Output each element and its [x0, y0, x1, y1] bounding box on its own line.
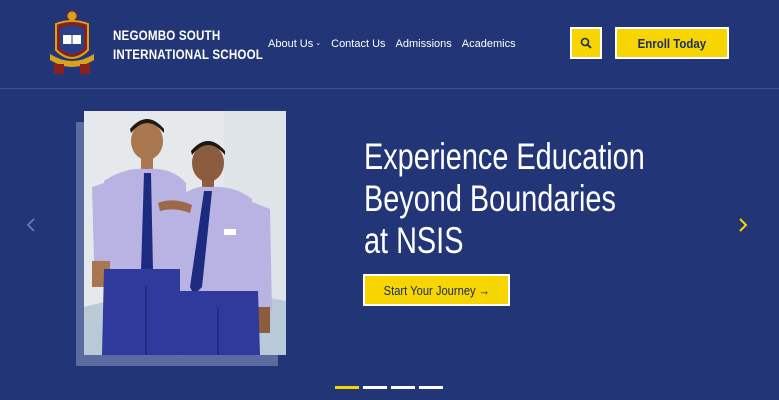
nav-contact-us[interactable]: Contact Us: [331, 38, 385, 50]
enroll-today-button[interactable]: Enroll Today: [615, 27, 729, 59]
hero-title: Experience Education Beyond Boundaries a…: [364, 136, 645, 262]
school-name-line2: INTERNATIONAL SCHOOL: [113, 47, 264, 62]
search-button[interactable]: [570, 27, 602, 59]
chevron-right-icon: [739, 218, 748, 232]
chevron-left-icon: [26, 218, 35, 232]
carousel-dot-3[interactable]: [391, 386, 415, 389]
site-header: NEGOMBO SOUTH INTERNATIONAL SCHOOL About…: [0, 0, 779, 88]
carousel-dot-2[interactable]: [363, 386, 387, 389]
start-your-journey-label: Start Your Journey →: [383, 282, 490, 298]
start-your-journey-button[interactable]: Start Your Journey →: [363, 274, 510, 306]
nav-about-us[interactable]: About Us ⌄: [268, 38, 321, 50]
hero-title-line3: at NSIS: [364, 220, 464, 261]
school-name-line1: NEGOMBO SOUTH: [113, 28, 221, 43]
hero-title-line2: Beyond Boundaries: [364, 178, 616, 219]
school-crest-logo[interactable]: [48, 10, 96, 78]
carousel-pagination: [335, 386, 443, 389]
school-name[interactable]: NEGOMBO SOUTH INTERNATIONAL SCHOOL: [113, 26, 263, 64]
chevron-down-icon: ⌄: [315, 40, 322, 47]
hero-title-line1: Experience Education: [364, 136, 645, 177]
header-divider: [0, 88, 779, 89]
carousel-dot-1[interactable]: [335, 386, 359, 389]
search-icon: [580, 37, 592, 49]
carousel-next-button[interactable]: [738, 216, 752, 236]
enroll-today-label: Enroll Today: [637, 35, 707, 51]
hero-photo-students: [84, 111, 286, 355]
nav-academics[interactable]: Academics: [462, 38, 516, 50]
main-nav: About Us ⌄ Contact Us Admissions Academic…: [268, 38, 516, 50]
nav-admissions[interactable]: Admissions: [396, 38, 452, 50]
nav-about-us-label: About Us: [268, 38, 314, 50]
carousel-prev-button[interactable]: [26, 216, 40, 236]
carousel-dot-4[interactable]: [419, 386, 443, 389]
